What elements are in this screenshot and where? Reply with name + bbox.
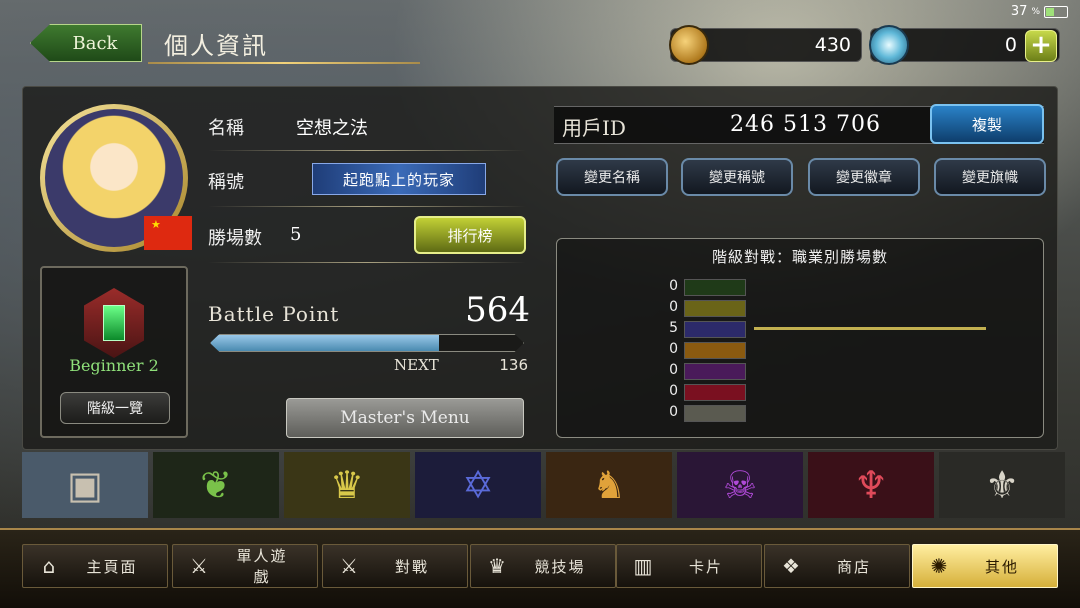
page-title: 個人資訊 [164,32,268,60]
cards-icon: ▥ [633,554,653,578]
shop-icon: ❖ [782,554,800,578]
country-flag-icon[interactable]: ★ [144,216,192,250]
rank-gem-icon [103,305,125,341]
nav-button[interactable]: ✺ 其他 [912,544,1058,588]
battle-point-value: 564 [465,290,530,330]
title-underline [148,62,420,64]
leaf-icon: ❦ [200,463,232,507]
crown-icon: ♛ [329,463,365,507]
class-tab[interactable]: ✡ [415,452,541,518]
nav-label: 對戰 [394,557,429,576]
class-row-icon [684,342,746,359]
class-tab[interactable]: ⚜ [939,452,1065,518]
class-row-icon [684,300,746,317]
divider [208,262,526,263]
nav-label: 其他 [984,557,1019,576]
class-row-icon [684,405,746,422]
title-label: 稱號 [208,172,244,193]
class-wins-title: 階級對戰：職業別勝場數 [711,248,888,266]
crystal-amount: 0 [1004,34,1017,56]
change-flag-button[interactable]: 變更旗幟 [934,158,1046,196]
rank-label: Beginner 2 [69,356,159,375]
nav-label: 卡片 [688,557,723,576]
class-tab[interactable]: ♛ [284,452,410,518]
wins-value: 5 [290,224,302,245]
battery-level: 37 [1010,4,1028,19]
battery-unit: % [1031,6,1040,17]
next-value: 136 [499,356,528,374]
dragon-icon: ♞ [591,463,627,507]
add-crystal-button[interactable]: + [1025,30,1057,62]
skull-icon: ☠ [722,463,758,507]
change-title-button[interactable]: 變更稱號 [681,158,793,196]
coin-amount: 430 [814,34,851,56]
nav-label: 單人遊戲 [236,547,288,586]
nav-button[interactable]: ❖ 商店 [764,544,910,588]
nav-button[interactable]: ▥ 卡片 [616,544,762,588]
nav-button[interactable]: ⚔ 對戰 [322,544,468,588]
nav-label: 主頁面 [86,557,138,576]
title-banner: 起跑點上的玩家 [312,163,486,195]
arena-icon: ♛ [488,554,506,578]
class-win-count: 5 [669,320,678,336]
nav-label: 商店 [836,557,871,576]
nav-label: 競技場 [534,557,586,576]
user-id-label: 用戶ID [562,116,626,140]
class-tab[interactable]: ☠ [677,452,803,518]
user-id-value: 246 513 706 [730,112,881,137]
card-icon: ▣ [67,463,103,507]
battery-icon [1044,5,1068,18]
nav-button[interactable]: ♛ 競技場 [470,544,616,588]
class-win-count: 0 [669,341,678,357]
class-row-icon [684,363,746,380]
rank-list-button[interactable]: 階級一覽 [60,392,170,424]
class-row-icon [684,384,746,401]
class-tab[interactable]: ▣ [22,452,148,518]
home-icon: ⌂ [42,554,56,578]
class-row-icon [684,321,746,338]
class-tab[interactable]: ❦ [153,452,279,518]
bat-icon: ♆ [853,463,889,507]
divider [208,206,526,207]
copy-button[interactable]: 複製 [930,104,1044,144]
nav-button[interactable]: ⌂ 主頁面 [22,544,168,588]
battle-point-label: Battle Point [208,302,340,326]
divider [208,150,526,151]
class-wins-bar [754,327,986,330]
other-icon: ✺ [930,554,948,578]
coin-counter: 430 [669,25,862,65]
masters-menu-button[interactable]: Master's Menu [286,398,524,438]
class-win-count: 0 [669,404,678,420]
class-win-count: 0 [669,278,678,294]
flag-star-icon: ★ [151,218,161,231]
change-name-button[interactable]: 變更名稱 [556,158,668,196]
sword-shield-icon: ⚔ [190,554,208,578]
nav-button[interactable]: ⚔ 單人遊戲 [172,544,318,588]
wins-label: 勝場數 [208,228,262,249]
class-row-icon [684,279,746,296]
coin-icon [669,25,709,65]
crossed-swords-icon: ⚔ [340,554,358,578]
class-tab[interactable]: ♞ [546,452,672,518]
crystal-icon [869,25,909,65]
crystal-counter: 0 + [869,25,1060,65]
leaderboard-button[interactable]: 排行榜 [414,216,526,254]
hexagram-icon: ✡ [462,463,494,507]
battle-point-progress-bar [210,334,524,352]
battery-indicator: 37 % [1011,4,1068,19]
back-button[interactable]: Back [30,24,142,62]
next-label: NEXT [394,356,439,374]
wings-icon: ⚜ [984,463,1020,507]
class-tab[interactable]: ♆ [808,452,934,518]
class-wins-box [556,238,1044,438]
name-value: 空想之法 [296,118,368,139]
battle-point-progress-fill [211,335,439,351]
class-win-count: 0 [669,362,678,378]
class-win-count: 0 [669,383,678,399]
class-win-count: 0 [669,299,678,315]
name-label: 名稱 [208,118,244,139]
change-emblem-button[interactable]: 變更徽章 [808,158,920,196]
